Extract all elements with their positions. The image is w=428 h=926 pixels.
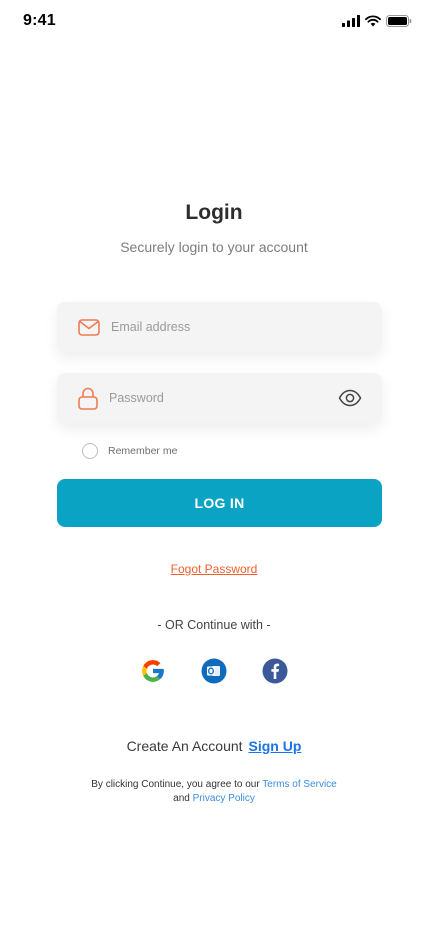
social-login-row <box>140 658 288 684</box>
remember-me-option[interactable]: Remember me <box>82 443 177 459</box>
email-input[interactable] <box>111 320 321 334</box>
legal-prefix: By clicking Continue, you agree to our <box>91 779 263 790</box>
or-continue-with-text: - OR Continue with - <box>157 618 271 632</box>
outlook-login-button[interactable] <box>201 658 227 684</box>
email-field[interactable] <box>57 302 382 352</box>
eye-icon <box>338 389 362 407</box>
password-input[interactable] <box>109 391 319 405</box>
wifi-icon <box>365 15 381 27</box>
status-time: 9:41 <box>23 12 56 29</box>
show-password-button[interactable] <box>338 387 362 414</box>
status-icons <box>342 15 412 27</box>
facebook-login-button[interactable] <box>262 658 288 684</box>
create-account-text: Create An Account <box>126 738 243 754</box>
status-bar: 9:41 <box>0 0 428 44</box>
outlook-icon <box>201 658 227 684</box>
lock-icon <box>78 387 98 410</box>
mail-icon <box>78 318 100 336</box>
legal-and: and <box>173 793 193 804</box>
facebook-icon <box>262 658 288 684</box>
battery-icon <box>386 15 412 27</box>
google-login-button[interactable] <box>140 658 166 684</box>
login-button[interactable]: LOG IN <box>57 479 382 527</box>
forgot-password-row: Fogot Password <box>0 560 428 578</box>
page-subtitle: Securely login to your account <box>120 239 308 255</box>
privacy-policy-link[interactable]: Privacy Policy <box>193 793 255 804</box>
terms-of-service-link[interactable]: Terms of Service <box>262 779 336 790</box>
page-title: Login <box>185 201 243 224</box>
google-icon <box>142 660 164 682</box>
sign-up-link[interactable]: Sign Up <box>249 738 302 754</box>
forgot-password-link[interactable]: Fogot Password <box>171 562 258 576</box>
remember-me-label: Remember me <box>108 445 178 457</box>
legal-text: By clicking Continue, you agree to our T… <box>0 778 428 806</box>
signup-row: Create An Account Sign Up <box>0 738 428 754</box>
password-field[interactable] <box>57 373 382 423</box>
remember-me-radio[interactable] <box>82 443 98 459</box>
signal-icon <box>342 15 360 27</box>
